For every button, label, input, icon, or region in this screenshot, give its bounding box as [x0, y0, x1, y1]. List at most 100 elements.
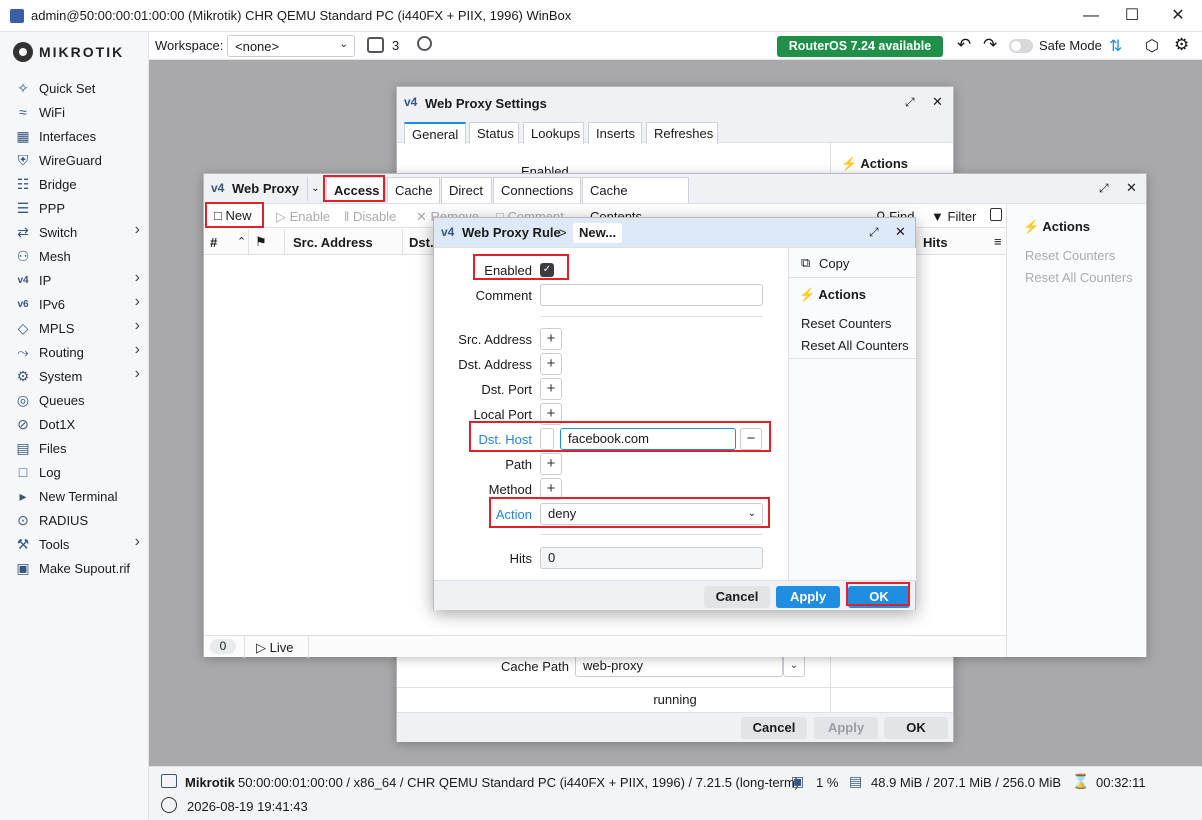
column-menu-icon[interactable]: ≡	[994, 234, 1002, 249]
sidebar-item-label: MPLS	[39, 320, 75, 336]
filter-button[interactable]: ▼ Filter	[931, 209, 976, 224]
src-address-add-button[interactable]: +	[540, 328, 562, 350]
enabled-checkbox[interactable]: ✓	[540, 263, 554, 277]
sidebar-item-dot1x[interactable]: ⊘ Dot1X	[0, 412, 149, 436]
cache-path-dropdown-button[interactable]: ⌄	[783, 655, 805, 677]
redo-icon[interactable]: ↷	[983, 35, 997, 55]
reset-counters-button[interactable]: Reset Counters	[1025, 248, 1115, 263]
tab-refreshes[interactable]: Refreshes	[646, 122, 718, 144]
dst-address-add-button[interactable]: +	[540, 353, 562, 375]
ipv4-icon: v4	[404, 95, 418, 109]
dst-port-label: Dst. Port	[481, 382, 532, 397]
disable-button[interactable]: ‖ Disable	[344, 209, 396, 224]
sidebar-item-routing[interactable]: ⤳ Routing ›	[0, 340, 149, 364]
sidebar-item-ipv6[interactable]: v6 IPv6 ›	[0, 292, 149, 316]
tab-access[interactable]: Access	[326, 177, 386, 203]
tab-connections[interactable]: Connections	[493, 177, 581, 203]
settings-cancel-button[interactable]: Cancel	[741, 717, 807, 739]
sidebar-item-switch[interactable]: ⇄ Switch ›	[0, 220, 149, 244]
col-dst[interactable]: Dst.	[409, 235, 434, 250]
sidebar-item-mpls[interactable]: ◇ MPLS ›	[0, 316, 149, 340]
cache-path-field[interactable]: web-proxy	[575, 655, 783, 677]
method-add-button[interactable]: +	[540, 478, 562, 500]
undo-icon[interactable]: ↶	[957, 35, 971, 55]
minimize-button[interactable]: —	[1076, 4, 1106, 28]
col-hits[interactable]: Hits	[923, 235, 948, 250]
close-window-button[interactable]: ✕	[1163, 4, 1193, 28]
chevron-right-icon: ›	[134, 341, 140, 358]
col-number[interactable]: #	[210, 235, 217, 250]
tab-cache-contents[interactable]: Cache Contents	[582, 177, 689, 224]
tab-cache[interactable]: Cache	[387, 177, 440, 203]
search-icon[interactable]	[417, 36, 432, 51]
sidebar-item-files[interactable]: ▤ Files	[0, 436, 149, 460]
live-button[interactable]: ▷ Live	[256, 640, 293, 656]
sidebar-item-interfaces[interactable]: ▦ Interfaces	[0, 124, 149, 148]
close-icon[interactable]: ✕	[932, 94, 943, 110]
comment-field[interactable]	[540, 284, 763, 306]
sidebar-item-wireguard[interactable]: ⛨ WireGuard	[0, 148, 149, 172]
maximize-button[interactable]: ☐	[1117, 4, 1147, 28]
settings-apply-button[interactable]: Apply	[814, 717, 878, 739]
chevron-down-icon: ⌄	[339, 39, 348, 50]
tab-inserts[interactable]: Inserts	[588, 122, 642, 144]
sidebar-item-label: IP	[39, 272, 52, 288]
rule-reset-all-counters-button[interactable]: Reset All Counters	[801, 338, 909, 353]
new-button[interactable]: □ New	[214, 208, 252, 223]
sidebar-item-log[interactable]: □ Log	[0, 460, 149, 484]
update-available-badge[interactable]: RouterOS 7.24 available	[777, 36, 943, 57]
restore-icon[interactable]: ⤢	[869, 225, 879, 240]
dst-port-add-button[interactable]: +	[540, 378, 562, 400]
restore-icon[interactable]: ⤢	[1099, 181, 1109, 196]
rule-reset-counters-button[interactable]: Reset Counters	[801, 316, 891, 331]
reset-all-counters-button[interactable]: Reset All Counters	[1025, 270, 1133, 285]
restore-icon[interactable]: ⤢	[905, 95, 915, 110]
dst-host-negate-toggle[interactable]	[540, 428, 554, 450]
log-icon: □	[18, 464, 28, 480]
close-icon[interactable]: ✕	[1126, 180, 1137, 196]
settings-ok-button[interactable]: OK	[884, 717, 948, 739]
hex-icon[interactable]: ⬡	[1145, 36, 1159, 56]
sidebar-item-radius[interactable]: ⊙ RADIUS	[0, 508, 149, 532]
sidebar-item-mesh[interactable]: ⚇ Mesh	[0, 244, 149, 268]
sidebar-item-ppp[interactable]: ☰ PPP	[0, 196, 149, 220]
tab-general[interactable]: General	[404, 122, 466, 144]
windows-icon[interactable]	[367, 37, 384, 53]
col-divider	[248, 229, 249, 255]
sidebar-item-quick-set[interactable]: ✧ Quick Set	[0, 76, 149, 100]
panel-icon[interactable]	[990, 208, 1002, 221]
dst-host-field[interactable]: facebook.com	[560, 428, 736, 450]
connection-icon[interactable]: ⇅	[1109, 36, 1122, 56]
local-port-add-button[interactable]: +	[540, 403, 562, 425]
tab-status[interactable]: Status	[469, 122, 519, 144]
sidebar-item-bridge[interactable]: ☷ Bridge	[0, 172, 149, 196]
rule-ok-button[interactable]: OK	[848, 586, 910, 608]
sidebar-item-wifi[interactable]: ≈ WiFi	[0, 100, 149, 124]
tab-direct[interactable]: Direct	[441, 177, 492, 203]
enable-button[interactable]: ▷ Enable	[276, 209, 330, 225]
wifi-icon: ≈	[19, 104, 27, 120]
sidebar-item-queues[interactable]: ◎ Queues	[0, 388, 149, 412]
action-select[interactable]: deny ⌄	[540, 503, 763, 525]
sidebar-item-system[interactable]: ⚙ System ›	[0, 364, 149, 388]
col-src-address[interactable]: Src. Address	[293, 235, 373, 250]
rule-apply-button[interactable]: Apply	[776, 586, 840, 608]
winbox-app-icon	[10, 9, 24, 23]
path-add-button[interactable]: +	[540, 453, 562, 475]
routing-icon: ⤳	[17, 343, 29, 360]
tab-lookups[interactable]: Lookups	[523, 122, 584, 144]
workspace-select[interactable]: <none> ⌄	[227, 35, 355, 57]
proxy-actions-label: ⚡ Actions	[1023, 219, 1090, 234]
sort-icon[interactable]: ⌃	[237, 235, 246, 248]
sidebar-item-tools[interactable]: ⚒ Tools ›	[0, 532, 149, 556]
sidebar-item-make-supout-rif[interactable]: ▣ Make Supout.rif	[0, 556, 149, 580]
chevron-down-icon[interactable]: ⌄	[307, 177, 323, 201]
rule-cancel-button[interactable]: Cancel	[704, 586, 770, 608]
close-icon[interactable]: ✕	[895, 224, 906, 240]
sidebar-item-ip[interactable]: v4 IP ›	[0, 268, 149, 292]
dst-host-remove-button[interactable]: −	[740, 428, 762, 450]
sidebar-item-new-terminal[interactable]: ▸ New Terminal	[0, 484, 149, 508]
copy-button[interactable]: ⧉ Copy	[789, 248, 917, 278]
settings-icon[interactable]: ⚙	[1174, 35, 1189, 55]
safe-mode-toggle[interactable]	[1009, 39, 1033, 53]
